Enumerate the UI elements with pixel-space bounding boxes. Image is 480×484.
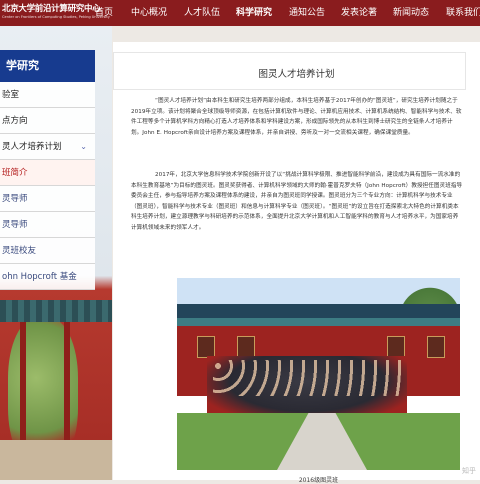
sidebar-item-label: 验室 xyxy=(2,90,20,100)
sidebar-item-label: ohn Hopcroft 基金 xyxy=(2,272,77,282)
top-navigation-bar: 北京大学前沿计算研究中心 Center on Frontiers of Comp… xyxy=(0,0,480,26)
sidebar-item-mentors-2[interactable]: 灵导师 xyxy=(0,212,95,238)
sidebar-item-hopcroft-fund[interactable]: ohn Hopcroft 基金 xyxy=(0,264,95,290)
nav-news[interactable]: 新闻动态 xyxy=(393,0,429,26)
sidebar-heading: 学研究 xyxy=(0,50,95,82)
nav-contact[interactable]: 联系我们 xyxy=(446,0,480,26)
nav-research[interactable]: 科学研究 xyxy=(236,0,272,26)
sidebar-item-class-intro[interactable]: 班简介 xyxy=(0,160,95,186)
history-paragraph: 2017年，北京大学信息科学技术学院创新开设了以“挑战计算科学极限、推进智能科学… xyxy=(131,172,463,231)
watermark: 知乎 xyxy=(462,467,476,475)
main-content: 图灵人才培养计划 “图灵人才培养计划”由本科生和研究生培养两部分组成，本科生培养… xyxy=(113,42,480,484)
background-ground xyxy=(0,440,112,480)
logo-subtitle: Center on Frontiers of Computing Studies… xyxy=(2,15,110,19)
background-roof xyxy=(0,300,112,322)
photo-eave xyxy=(177,304,460,318)
sidebar-item-label: 灵导师 xyxy=(2,194,28,204)
sidebar-item-label: 灵导师 xyxy=(2,220,28,230)
sidebar-item-label: 点方向 xyxy=(2,116,28,126)
site-logo[interactable]: 北京大学前沿计算研究中心 Center on Frontiers of Comp… xyxy=(0,0,110,26)
sidebar-item-turing-program[interactable]: 灵人才培养计划 ⌄ xyxy=(0,134,95,160)
sidebar-item-mentors[interactable]: 灵导师 xyxy=(0,186,95,212)
photo-eave-trim xyxy=(177,318,460,326)
photo-faces xyxy=(213,360,403,396)
sidebar-item-directions[interactable]: 点方向 xyxy=(0,108,95,134)
photo-window xyxy=(387,336,405,358)
sidebar-item-label: 灵班校友 xyxy=(2,246,37,256)
sidebar-item-lab[interactable]: 验室 xyxy=(0,82,95,108)
photo-window xyxy=(427,336,445,358)
intro-paragraph: “图灵人才培养计划”由本科生和研究生培养两部分组成，本科生培养基于2017年创办… xyxy=(131,98,462,136)
nav-publications[interactable]: 发表论著 xyxy=(341,0,377,26)
group-photo xyxy=(177,278,460,470)
logo-title: 北京大学前沿计算研究中心 xyxy=(2,4,101,14)
nav-center-overview[interactable]: 中心概况 xyxy=(131,0,167,26)
sidebar-item-label: 班简介 xyxy=(2,168,28,178)
nav-talent-team[interactable]: 人才队伍 xyxy=(184,0,220,26)
nav-announcements[interactable]: 通知公告 xyxy=(289,0,325,26)
sidebar-item-label: 灵人才培养计划 xyxy=(2,142,62,152)
photo-window xyxy=(237,336,255,358)
photo-window xyxy=(197,336,215,358)
nav-home[interactable]: 首页 xyxy=(95,0,113,26)
chevron-down-icon[interactable]: ⌄ xyxy=(80,134,87,159)
sidebar: 学研究 验室 点方向 灵人才培养计划 ⌄ 班简介 灵导师 灵导师 灵班校友 ohn… xyxy=(0,50,95,290)
sidebar-item-alumni[interactable]: 灵班校友 xyxy=(0,238,95,264)
page-title: 图灵人才培养计划 xyxy=(258,69,335,80)
